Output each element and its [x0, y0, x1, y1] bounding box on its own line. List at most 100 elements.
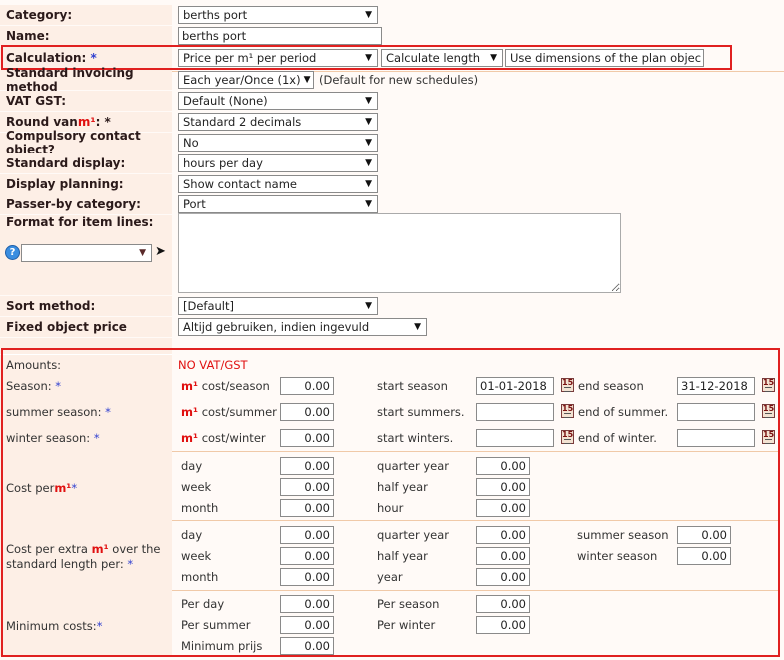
cost-per-field-label: month: [181, 501, 219, 515]
minimum-field-input[interactable]: 0.00: [476, 595, 530, 613]
chevron-down-icon: ▼: [362, 179, 377, 189]
vat-note: NO VAT/GST: [178, 358, 248, 372]
minimum-field-input[interactable]: 0.00: [280, 637, 334, 655]
dimensions-select[interactable]: Use dimensions of the plan objec▼: [505, 49, 704, 67]
season-end-input[interactable]: 31-12-2018: [677, 377, 755, 395]
season-end-label: end season: [578, 379, 644, 393]
required-marker: *: [55, 379, 62, 393]
required-marker: *: [71, 481, 78, 495]
chevron-down-icon: ▼: [362, 96, 377, 106]
format-textarea[interactable]: [178, 213, 621, 293]
calculate-length-select[interactable]: Calculate length ▼: [381, 49, 503, 67]
fixed-price-select[interactable]: Altijd gebruiken, indien ingevuld ▼: [178, 318, 427, 336]
season-start-input[interactable]: 01-01-2018: [476, 377, 554, 395]
chevron-down-icon: ▼: [362, 10, 377, 20]
cost-per-field-input[interactable]: 0.00: [280, 478, 334, 496]
cost-per-field-label: quarter year: [377, 459, 449, 473]
cost-extra-field-input[interactable]: 0.00: [476, 526, 530, 544]
vat-label: VAT GST:: [0, 91, 172, 111]
cost-extra-field-input[interactable]: 0.00: [280, 547, 334, 565]
cost-per-field-label: week: [181, 480, 212, 494]
planning-label: Display planning:: [0, 174, 172, 194]
cost-per-field-input[interactable]: 0.00: [476, 478, 530, 496]
required-marker: *: [93, 431, 100, 445]
insert-arrow-icon[interactable]: ➤: [155, 244, 166, 259]
season-cost-input[interactable]: 0.00: [280, 403, 334, 421]
calendar-icon[interactable]: 15: [561, 378, 574, 392]
season-cost-input[interactable]: 0.00: [280, 429, 334, 447]
unit-label: m¹: [54, 481, 72, 495]
format-field-select[interactable]: ▼: [21, 244, 152, 262]
name-input[interactable]: berths port: [178, 27, 382, 45]
divider: [172, 520, 780, 521]
cost-per-field-input[interactable]: 0.00: [280, 499, 334, 517]
cost-per-field-label: day: [181, 459, 203, 473]
season-end-input[interactable]: [677, 429, 755, 447]
cost-extra-field-input[interactable]: 0.00: [280, 568, 334, 586]
minimum-field-label: Per day: [181, 597, 225, 611]
display-label: Standard display:: [0, 153, 172, 173]
calculation-select[interactable]: Price per m¹ per period ▼: [178, 49, 378, 67]
help-icon[interactable]: ?: [5, 245, 20, 260]
season-start-input[interactable]: [476, 429, 554, 447]
season-cost-input[interactable]: 0.00: [280, 377, 334, 395]
cost-extra-field-input[interactable]: 0.00: [677, 547, 731, 565]
vat-select[interactable]: Default (None) ▼: [178, 92, 378, 110]
round-label-suffix: : *: [95, 115, 111, 129]
chevron-down-icon: ▼: [362, 138, 377, 148]
minimum-field-input[interactable]: 0.00: [280, 616, 334, 634]
invoicing-select[interactable]: Each year/Once (1x) ▼: [178, 71, 314, 89]
unit-label: m¹: [181, 431, 199, 445]
cost-per-field-input[interactable]: 0.00: [280, 457, 334, 475]
category-label: Category:: [0, 5, 172, 25]
planning-select[interactable]: Show contact name ▼: [178, 175, 378, 193]
cost-extra-field-input[interactable]: 0.00: [677, 526, 731, 544]
passer-value: Port: [183, 197, 206, 211]
season-cost-label: m¹ cost/winter: [181, 431, 266, 445]
season-cost-text: cost/summer: [201, 405, 277, 419]
minimum-field-input[interactable]: 0.00: [280, 595, 334, 613]
season-end-label: end of summer.: [578, 405, 669, 419]
season-label-text: winter season:: [6, 431, 91, 445]
season-label-text: summer season:: [6, 405, 102, 419]
round-select[interactable]: Standard 2 decimals ▼: [178, 113, 378, 131]
chevron-down-icon: ▼: [362, 301, 377, 311]
cost-extra-field-label: summer season: [577, 528, 669, 542]
compulsory-select[interactable]: No ▼: [178, 134, 378, 152]
display-select[interactable]: hours per day ▼: [178, 154, 378, 172]
season-start-input[interactable]: [476, 403, 554, 421]
cost-per-field-input[interactable]: 0.00: [476, 499, 530, 517]
season-end-input[interactable]: [677, 403, 755, 421]
chevron-down-icon: ▼: [300, 75, 313, 85]
minimum-field-label: Minimum prijs: [181, 639, 263, 653]
calendar-icon[interactable]: 15: [762, 430, 775, 444]
season-start-label: start season: [377, 379, 448, 393]
passer-select[interactable]: Port ▼: [178, 195, 378, 213]
sort-select[interactable]: [Default] ▼: [178, 297, 378, 315]
category-select[interactable]: berths port ▼: [178, 6, 378, 24]
calendar-icon[interactable]: 15: [762, 404, 775, 418]
unit-label: m¹: [77, 115, 96, 129]
cost-extra-field-input[interactable]: 0.00: [476, 568, 530, 586]
compulsory-label: Compulsory contact object?: [0, 129, 172, 157]
cost-per-field-input[interactable]: 0.00: [476, 457, 530, 475]
season-label: Season: *: [6, 377, 61, 395]
cost-extra-text-3: standard length per:: [6, 557, 128, 571]
divider: [172, 590, 780, 591]
required-marker: *: [127, 557, 134, 571]
calendar-icon[interactable]: 15: [561, 404, 574, 418]
format-label: Format for item lines:: [6, 215, 154, 229]
calculate-length-value: Calculate length: [386, 51, 481, 65]
calendar-icon[interactable]: 15: [762, 378, 775, 392]
calendar-icon[interactable]: 15: [561, 430, 574, 444]
compulsory-value: No: [183, 136, 199, 150]
minimum-field-input[interactable]: 0.00: [476, 616, 530, 634]
cost-per-label-text: Cost per: [6, 481, 55, 495]
minimum-costs-label: Minimum costs: *: [6, 617, 102, 635]
fixed-price-label: Fixed object price: [0, 317, 172, 337]
season-cost-text: cost/winter: [201, 431, 266, 445]
chevron-down-icon: ▼: [362, 158, 377, 168]
cost-extra-field-input[interactable]: 0.00: [476, 547, 530, 565]
amounts-label: Amounts:: [6, 358, 62, 372]
cost-extra-field-input[interactable]: 0.00: [280, 526, 334, 544]
